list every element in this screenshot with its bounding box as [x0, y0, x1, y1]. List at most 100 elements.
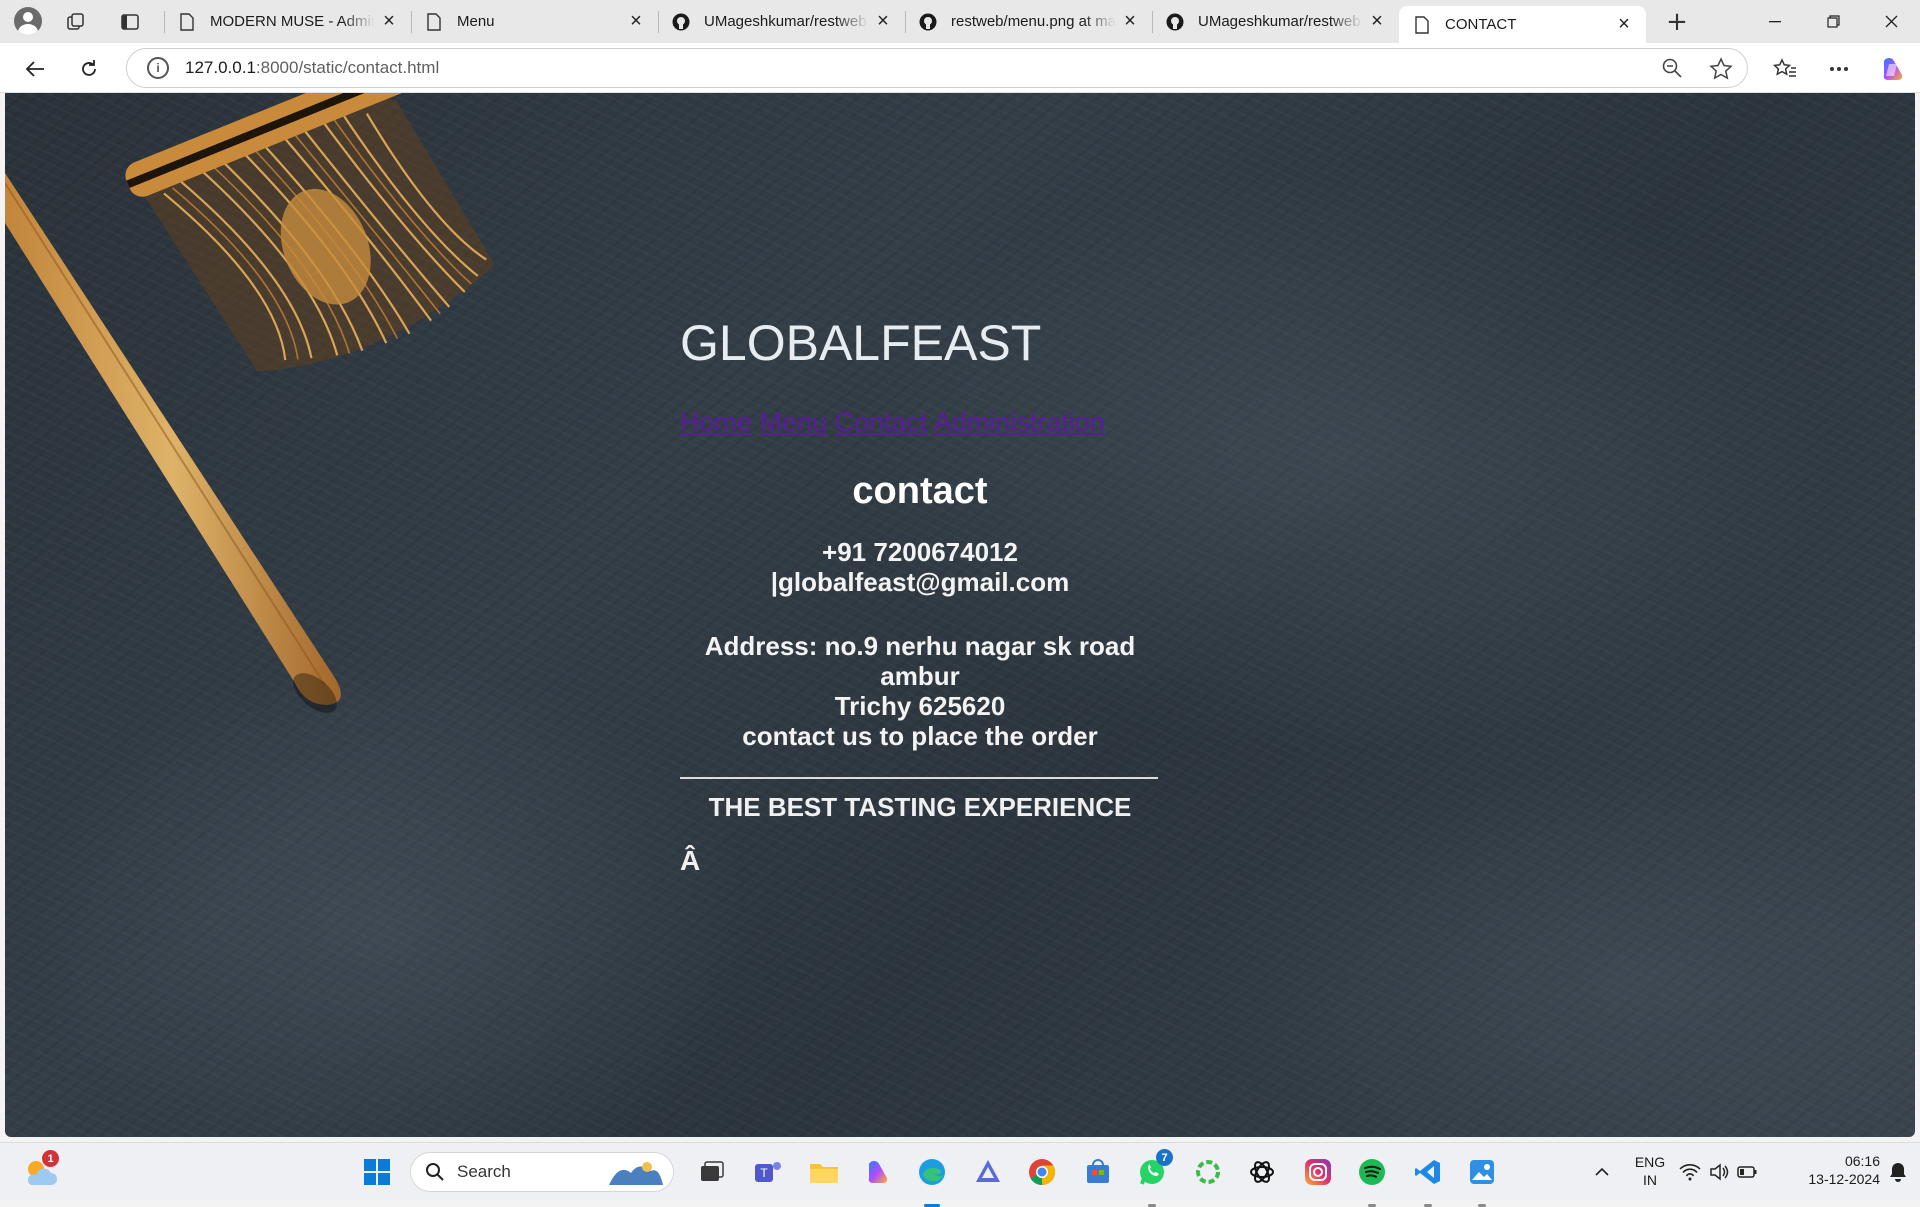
app-icon-ring[interactable]: [1188, 1152, 1228, 1192]
tagline: THE BEST TASTING EXPERIENCE: [708, 792, 1132, 822]
bamboo-whisk-image: [5, 93, 495, 713]
close-tab-icon[interactable]: ×: [869, 8, 897, 36]
language-code: ENG: [1634, 1154, 1666, 1170]
show-hidden-icons-chevron[interactable]: [1582, 1152, 1622, 1192]
tab-modern-muse[interactable]: MODERN MUSE - Admini ×: [164, 0, 411, 43]
tab-title: restweb/menu.png at mai: [951, 13, 1116, 30]
close-tab-icon[interactable]: ×: [1363, 8, 1391, 36]
tab-list: MODERN MUSE - Admini × Menu × UMageshkum…: [164, 0, 1646, 43]
copilot-icon[interactable]: [1876, 52, 1910, 86]
github-icon: [919, 13, 937, 31]
site-info-icon[interactable]: i: [147, 57, 169, 79]
tab-separator: [905, 11, 906, 33]
tab-title: CONTACT: [1445, 16, 1517, 33]
close-tab-icon[interactable]: ×: [1116, 8, 1144, 36]
clock[interactable]: 06:16 13-12-2024: [1780, 1152, 1880, 1188]
tab-title: UMageshkumar/restweb: [1198, 13, 1361, 30]
more-menu-icon[interactable]: [1822, 52, 1856, 86]
nav-link-menu[interactable]: Menu: [760, 407, 828, 437]
copilot-app-icon[interactable]: [858, 1152, 898, 1192]
app-icon-triangle[interactable]: [968, 1152, 1008, 1192]
tab-github-restweb-2[interactable]: UMageshkumar/restweb ×: [1152, 0, 1399, 43]
tab-github-restweb[interactable]: UMageshkumar/restweb ×: [658, 0, 905, 43]
region-code: IN: [1643, 1172, 1657, 1188]
browser-toolbar: i 127.0.0.1:8000/static/contact.html: [0, 43, 1920, 93]
close-tab-icon[interactable]: ×: [1610, 11, 1638, 39]
chrome-icon[interactable]: [1022, 1152, 1062, 1192]
tab-menu[interactable]: Menu ×: [411, 0, 658, 43]
stray-character: Â: [680, 845, 701, 876]
document-icon: [1413, 15, 1431, 34]
zoom-icon[interactable]: [1661, 57, 1683, 83]
nav-link-contact[interactable]: Contact: [835, 407, 928, 437]
chatgpt-icon[interactable]: [1242, 1152, 1282, 1192]
nav-link-home[interactable]: Home: [680, 407, 752, 437]
instagram-icon[interactable]: [1298, 1152, 1338, 1192]
search-highlight-icon: [609, 1162, 663, 1185]
tab-separator: [658, 11, 659, 33]
url-text[interactable]: 127.0.0.1:8000/static/contact.html: [185, 58, 439, 78]
file-explorer-icon[interactable]: [804, 1152, 844, 1192]
task-view-icon[interactable]: [692, 1152, 732, 1192]
tab-separator: [1152, 11, 1153, 33]
back-button[interactable]: [18, 52, 52, 86]
photos-icon[interactable]: [1462, 1152, 1502, 1207]
minimize-button[interactable]: [1746, 0, 1804, 43]
svg-text:T: T: [760, 1166, 768, 1180]
url-path: :8000/static/contact.html: [255, 58, 440, 77]
workspaces-icon[interactable]: [60, 8, 92, 36]
favorites-icon[interactable]: [1768, 52, 1802, 86]
divider: [680, 777, 1158, 779]
tab-separator: [164, 11, 165, 33]
vscode-icon[interactable]: [1408, 1152, 1448, 1207]
email-address: |globalfeast@gmail.com: [770, 567, 1070, 597]
whatsapp-badge: 7: [1156, 1149, 1173, 1166]
search-icon: [426, 1163, 444, 1181]
tab-actions-icon[interactable]: [114, 8, 146, 36]
notification-badge: 1: [42, 1150, 59, 1167]
search-placeholder: Search: [457, 1162, 511, 1181]
address-line-1: Address: no.9 nerhu nagar sk road ambur: [704, 631, 1136, 691]
page-heading: contact: [852, 470, 988, 512]
store-icon[interactable]: [1078, 1152, 1118, 1192]
taskbar-search[interactable]: Search: [410, 1152, 674, 1192]
system-tray-status[interactable]: [1676, 1152, 1760, 1192]
close-tab-icon[interactable]: ×: [622, 8, 650, 36]
battery-icon: [1737, 1166, 1757, 1178]
github-icon: [672, 13, 690, 31]
address-line-2: Trichy 625620: [834, 691, 1006, 721]
restore-button[interactable]: [1804, 0, 1862, 43]
address-bar[interactable]: i 127.0.0.1:8000/static/contact.html: [126, 48, 1748, 88]
tab-title: UMageshkumar/restweb: [704, 13, 867, 30]
tab-separator: [411, 11, 412, 33]
teams-icon[interactable]: T: [748, 1152, 788, 1192]
site-brand-title: GLOBALFEAST: [680, 315, 1042, 371]
tab-title: MODERN MUSE - Admini: [210, 13, 375, 30]
new-tab-button[interactable]: +: [1660, 7, 1694, 37]
clock-time: 06:16: [1844, 1153, 1880, 1169]
volume-icon: [1710, 1163, 1729, 1181]
profile-avatar[interactable]: [10, 7, 46, 35]
edge-browser-icon[interactable]: [912, 1152, 952, 1207]
start-button[interactable]: [357, 1152, 397, 1192]
language-indicator[interactable]: ENG IN: [1630, 1153, 1670, 1189]
whatsapp-icon[interactable]: 7: [1132, 1149, 1173, 1207]
phone-number: +91 7200674012: [822, 537, 1018, 567]
github-icon: [1166, 13, 1184, 31]
tab-github-menu-png[interactable]: restweb/menu.png at mai ×: [905, 0, 1152, 43]
close-window-button[interactable]: [1862, 0, 1920, 43]
weather-widget-icon[interactable]: 1: [20, 1150, 60, 1192]
reload-button[interactable]: [72, 52, 106, 86]
wifi-icon: [1679, 1164, 1701, 1181]
spotify-icon[interactable]: [1352, 1152, 1392, 1207]
avatar-icon: [14, 7, 42, 35]
nav-link-administration[interactable]: Administration: [934, 407, 1105, 437]
clock-date: 13-12-2024: [1808, 1171, 1880, 1187]
favorite-star-icon[interactable]: [1709, 57, 1733, 85]
contact-details: +91 7200674012 |globalfeast@gmail.com Ad…: [680, 537, 1160, 751]
tab-contact[interactable]: CONTACT ×: [1399, 6, 1646, 43]
close-tab-icon[interactable]: ×: [375, 8, 403, 36]
order-cta-text: contact us to place the order: [742, 721, 1098, 751]
notifications-bell-icon[interactable]: [1878, 1152, 1918, 1192]
